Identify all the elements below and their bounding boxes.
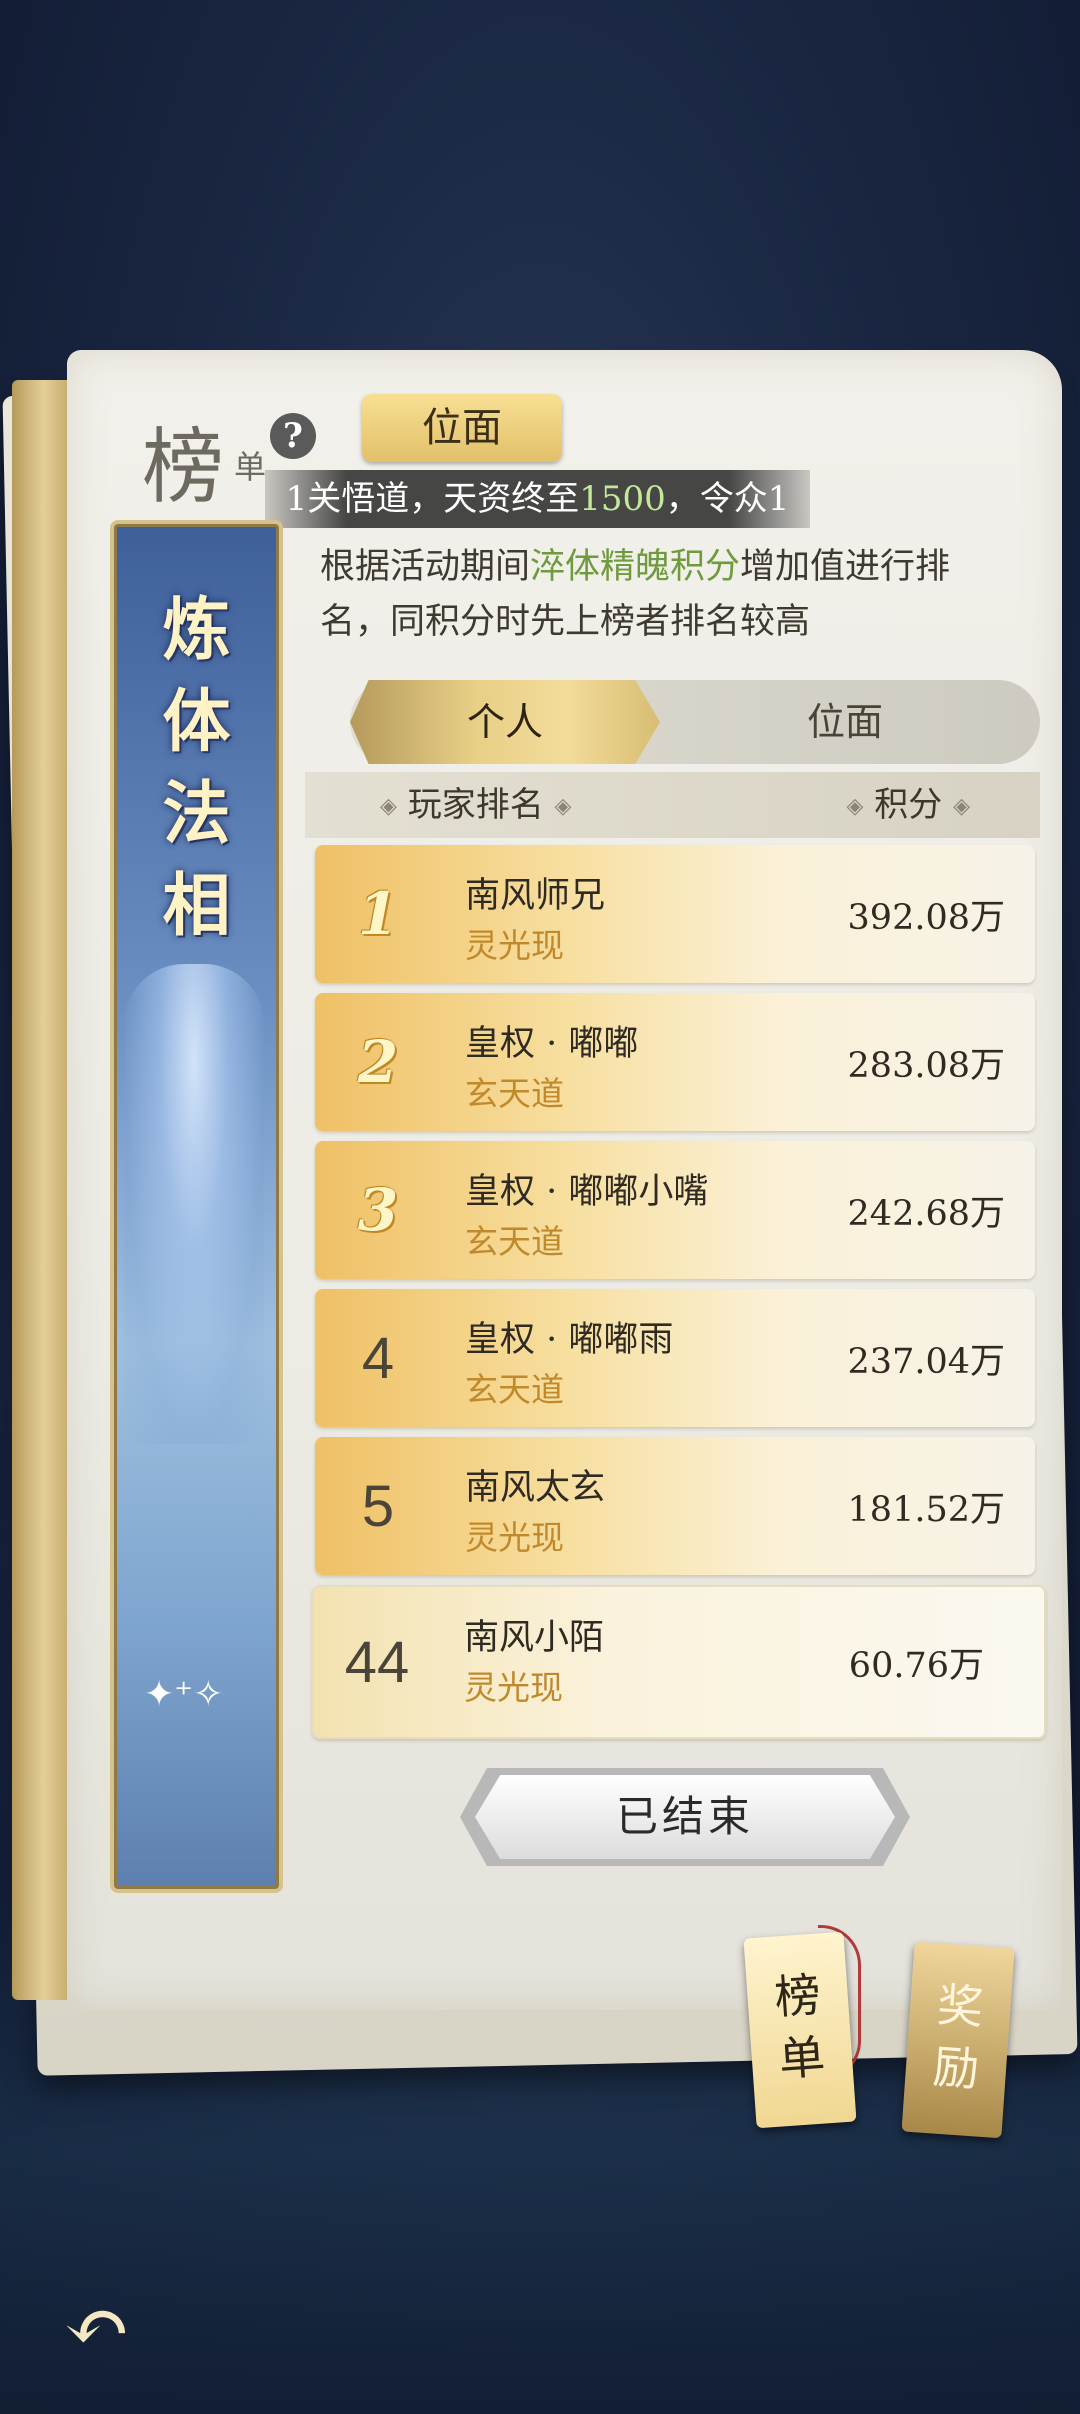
player-name: 皇权 · 嘟嘟雨 (465, 1320, 674, 1360)
desc-highlight: 淬体精魄积分 (530, 547, 741, 587)
marquee-suffix: ，令众1 (665, 479, 790, 519)
player-score: 392.08万 (847, 897, 1005, 938)
table-header: ◈ 玩家排名 ◈ ◈ 积分 ◈ (305, 772, 1040, 838)
player-name: 皇权 · 嘟嘟 (465, 1024, 639, 1064)
tab-bar: 个人 位面 (350, 680, 1040, 764)
player-name: 南风太玄 (465, 1468, 606, 1508)
sparkle-icon: ✦⁺✧ (144, 1674, 224, 1715)
table-row[interactable]: 3 皇权 · 嘟嘟小嘴 玄天道 242.68万 (315, 1141, 1035, 1279)
table-row[interactable]: 1 南风师兄 灵光现 392.08万 (315, 845, 1035, 983)
back-arrow-icon[interactable]: ↶ (52, 2282, 142, 2372)
rank-number: 3 (357, 1176, 399, 1244)
column-score-header: ◈ 积分 ◈ (847, 772, 970, 840)
leaderboard-tab-button[interactable]: 榜 单 (743, 1931, 857, 2129)
announcement-marquee: 1关悟道，天资终至1500，令众1 (265, 470, 810, 528)
page-title: 榜 (142, 420, 225, 515)
column-score-label: 积分 (874, 785, 943, 825)
player-score: 242.68万 (847, 1193, 1005, 1234)
my-player-realm: 灵光现 (464, 1668, 563, 1707)
plane-tag: 位面 (362, 394, 562, 462)
player-name: 南风师兄 (465, 876, 606, 916)
marquee-prefix: 1关悟道，天资终至 (285, 479, 580, 519)
player-score: 283.08万 (847, 1045, 1005, 1086)
diamond-icon: ◈ (554, 794, 572, 819)
player-realm: 玄天道 (465, 1370, 564, 1409)
rank-number: 4 (361, 1325, 395, 1391)
column-player-label: 玩家排名 (407, 785, 544, 825)
leaderboard-tab-char: 榜 (772, 1967, 823, 2025)
event-title-char: 炼 (162, 590, 231, 670)
desc-before: 根据活动期间 (320, 547, 531, 587)
player-realm: 玄天道 (465, 1222, 564, 1261)
event-title: 炼 体 法 相 (114, 584, 279, 952)
marquee-highlight: 1500 (579, 479, 666, 519)
question-icon[interactable]: ? (270, 413, 316, 459)
character-illustration (124, 964, 264, 1444)
player-realm: 灵光现 (465, 1518, 564, 1557)
rules-description: 根据活动期间淬体精魄积分增加值进行排名，同积分时先上榜者排名较高 (320, 540, 1000, 650)
event-banner: 炼 体 法 相 ✦⁺✧ (110, 520, 283, 1893)
leaderboard-tab-char: 单 (777, 2029, 827, 2087)
table-row[interactable]: 4 皇权 · 嘟嘟雨 玄天道 237.04万 (315, 1289, 1035, 1427)
ended-button[interactable]: 已结束 (475, 1775, 895, 1859)
reward-tab-char: 励 (931, 2039, 981, 2097)
rank-number: 5 (361, 1473, 395, 1539)
event-title-char: 法 (162, 774, 231, 854)
page-title-sub: 单 (234, 448, 267, 486)
player-name: 皇权 · 嘟嘟小嘴 (465, 1172, 709, 1212)
table-row[interactable]: 5 南风太玄 灵光现 181.52万 (315, 1437, 1035, 1575)
diamond-icon: ◈ (380, 794, 397, 819)
player-realm: 灵光现 (465, 926, 564, 965)
event-title-char: 体 (162, 682, 231, 762)
rank-number: 1 (357, 880, 399, 948)
diamond-icon: ◈ (846, 794, 864, 819)
my-player-score: 60.76万 (848, 1645, 984, 1686)
player-score: 181.52万 (847, 1489, 1005, 1530)
tab-personal[interactable]: 个人 (350, 680, 660, 764)
my-rank-number: 44 (344, 1629, 410, 1695)
column-player-header: ◈ 玩家排名 ◈ (380, 772, 571, 840)
my-player-name: 南风小陌 (464, 1618, 605, 1658)
player-score: 237.04万 (847, 1341, 1005, 1382)
diamond-icon: ◈ (953, 794, 970, 819)
event-title-char: 相 (162, 866, 231, 946)
tab-plane[interactable]: 位面 (680, 680, 1010, 764)
reward-tab-char: 奖 (935, 1977, 986, 2035)
table-row[interactable]: 2 皇权 · 嘟嘟 玄天道 283.08万 (315, 993, 1035, 1131)
my-rank-row[interactable]: 44 南风小陌 灵光现 60.76万 (312, 1585, 1046, 1739)
rank-number: 2 (357, 1028, 399, 1096)
player-realm: 玄天道 (465, 1074, 564, 1113)
reward-tab-button[interactable]: 奖 励 (901, 1941, 1015, 2139)
